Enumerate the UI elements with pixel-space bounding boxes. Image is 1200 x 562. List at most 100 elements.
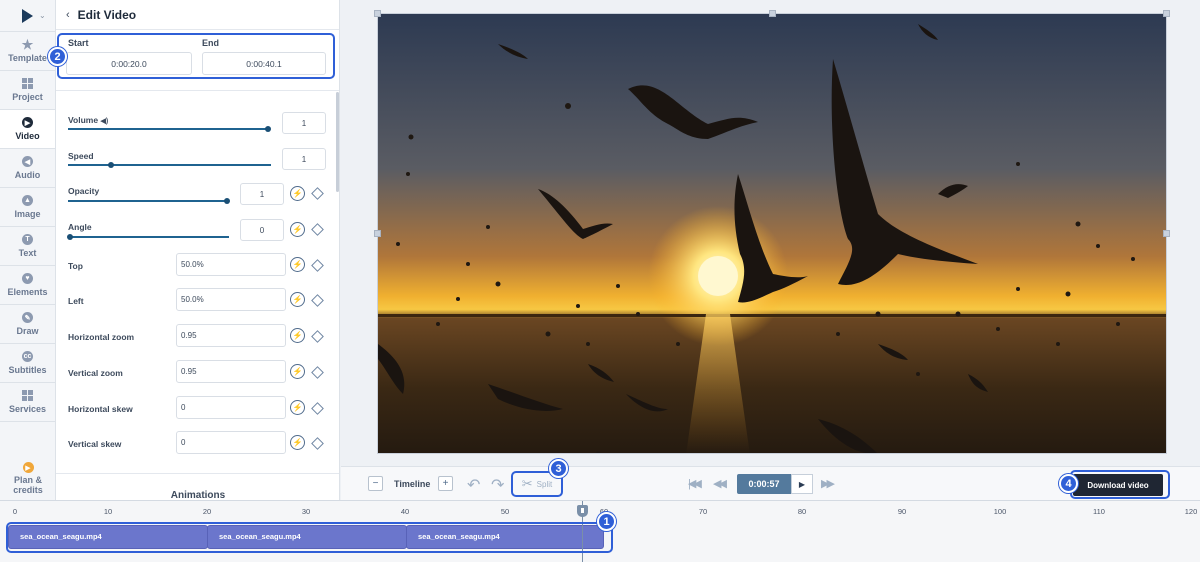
services-icon: [22, 390, 33, 401]
horizontal-skew-input[interactable]: 0: [176, 396, 286, 419]
rail-item-audio[interactable]: ◀ Audio: [0, 149, 55, 188]
ruler-tick-label: 70: [698, 507, 708, 516]
horizontal-zoom-input[interactable]: 0.95: [176, 324, 286, 347]
back-chevron-icon[interactable]: ‹: [66, 9, 70, 21]
keyframe-bolt-icon[interactable]: ⚡: [290, 257, 305, 272]
keyframe-diamond-icon[interactable]: [311, 366, 324, 379]
keyframe-diamond-icon[interactable]: [311, 259, 324, 272]
ruler-tick-label: 0: [12, 507, 18, 516]
opacity-input[interactable]: 1: [240, 183, 284, 205]
play-button[interactable]: ▶: [791, 474, 813, 494]
keyframe-diamond-icon[interactable]: [311, 294, 324, 307]
volume-slider-knob[interactable]: [265, 126, 271, 132]
rail-item-template[interactable]: ★ Template: [0, 32, 55, 71]
resize-handle[interactable]: [1163, 230, 1170, 237]
ruler-tick-label: 120: [1184, 507, 1198, 516]
angle-slider[interactable]: [68, 236, 229, 238]
top-input[interactable]: 50.0%: [176, 253, 286, 276]
rail-item-label: Services: [8, 404, 47, 414]
undo-icon[interactable]: ↶: [467, 475, 480, 495]
volume-input[interactable]: 1: [282, 112, 326, 134]
opacity-slider[interactable]: [68, 200, 228, 202]
rail-item-project[interactable]: Project: [0, 71, 55, 110]
speaker-icon: ◀): [100, 118, 109, 125]
keyframe-bolt-icon[interactable]: ⚡: [290, 292, 305, 307]
rail-item-plan-credits[interactable]: ▶ Plan & credits: [0, 462, 56, 500]
keyframe-bolt-icon[interactable]: ⚡: [290, 364, 305, 379]
redo-icon[interactable]: ↷: [491, 475, 504, 495]
video-editor-app: ⌄ ★ Template Project ▶ Video ◀ Audio ▲ I…: [0, 0, 1200, 562]
keyframe-bolt-icon[interactable]: ⚡: [290, 328, 305, 343]
ruler-tick-label: 90: [897, 507, 907, 516]
vertical-skew-input[interactable]: 0: [176, 431, 286, 454]
vertical-zoom-input[interactable]: 0.95: [176, 360, 286, 383]
left-rail: ⌄ ★ Template Project ▶ Video ◀ Audio ▲ I…: [0, 0, 56, 500]
speed-slider[interactable]: [68, 164, 271, 166]
keyframe-bolt-icon[interactable]: ⚡: [290, 222, 305, 237]
rail-item-draw[interactable]: ✎ Draw: [0, 305, 55, 344]
keyframe-bolt-icon[interactable]: ⚡: [290, 186, 305, 201]
timeline-zoom-in-button[interactable]: +: [438, 476, 453, 491]
angle-row: Angle 0 ⚡: [56, 217, 339, 253]
opacity-slider-knob[interactable]: [224, 198, 230, 204]
plan-icon: ▶: [22, 462, 34, 473]
left-label: Left: [68, 296, 84, 306]
sunset-seagulls-frame: [378, 14, 1166, 453]
angle-label: Angle: [68, 222, 92, 232]
speed-slider-knob[interactable]: [108, 162, 114, 168]
ruler-tick-label: 100: [993, 507, 1007, 516]
divider: [56, 90, 339, 91]
resize-handle[interactable]: [374, 230, 381, 237]
timeline-zoom-out-button[interactable]: −: [368, 476, 383, 491]
play-circle-icon: ▶: [22, 117, 33, 128]
text-icon: T: [22, 234, 33, 245]
opacity-label: Opacity: [68, 186, 100, 196]
rewind-icon[interactable]: ◀◀: [713, 477, 727, 490]
resize-handle[interactable]: [1163, 10, 1170, 17]
rail-item-image[interactable]: ▲ Image: [0, 188, 55, 227]
callout-box-clips: [6, 522, 613, 553]
top-label: Top: [68, 261, 83, 271]
rail-item-subtitles[interactable]: cc Subtitles: [0, 344, 55, 383]
animations-section-label[interactable]: Animations: [56, 490, 339, 500]
grid-icon: [22, 78, 33, 89]
angle-input[interactable]: 0: [240, 219, 284, 241]
horizontal-skew-label: Horizontal skew: [68, 404, 133, 414]
speed-input[interactable]: 1: [282, 148, 326, 170]
ruler-tick-label: 10: [103, 507, 113, 516]
callout-badge-2: 2: [48, 47, 67, 66]
fast-forward-icon[interactable]: ▶▶: [821, 477, 835, 490]
keyframe-diamond-icon[interactable]: [311, 223, 324, 236]
volume-row: Volume ◀) 1: [56, 110, 339, 146]
star-icon: ★: [21, 36, 34, 52]
volume-slider[interactable]: [68, 128, 268, 130]
skip-to-start-icon[interactable]: |◀◀: [688, 477, 702, 490]
keyframe-bolt-icon[interactable]: ⚡: [290, 400, 305, 415]
keyframe-bolt-icon[interactable]: ⚡: [290, 435, 305, 450]
rail-item-services[interactable]: Services: [0, 383, 55, 422]
callout-box-download: [1070, 470, 1170, 499]
top-row: Top 50.0% ⚡: [56, 253, 339, 289]
image-icon: ▲: [22, 195, 33, 206]
left-input[interactable]: 50.0%: [176, 288, 286, 311]
rail-item-text[interactable]: T Text: [0, 227, 55, 266]
rail-item-elements[interactable]: ♥ Elements: [0, 266, 55, 305]
video-preview[interactable]: [377, 13, 1167, 454]
resize-handle[interactable]: [769, 10, 776, 17]
keyframe-diamond-icon[interactable]: [311, 437, 324, 450]
rail-item-video[interactable]: ▶ Video: [0, 110, 55, 149]
keyframe-diamond-icon[interactable]: [311, 402, 324, 415]
ruler-tick-label: 40: [400, 507, 410, 516]
vertical-zoom-label: Vertical zoom: [68, 368, 123, 378]
divider: [56, 473, 339, 474]
elements-icon: ♥: [22, 273, 33, 284]
audio-icon: ◀: [22, 156, 33, 167]
keyframe-diamond-icon[interactable]: [311, 187, 324, 200]
panel-scrollbar[interactable]: [336, 92, 339, 192]
app-logo[interactable]: ⌄: [0, 0, 55, 32]
keyframe-diamond-icon[interactable]: [311, 330, 324, 343]
resize-handle[interactable]: [374, 10, 381, 17]
angle-slider-knob[interactable]: [67, 234, 73, 240]
rail-item-label: Image: [14, 209, 41, 219]
playhead-handle[interactable]: [577, 505, 588, 517]
